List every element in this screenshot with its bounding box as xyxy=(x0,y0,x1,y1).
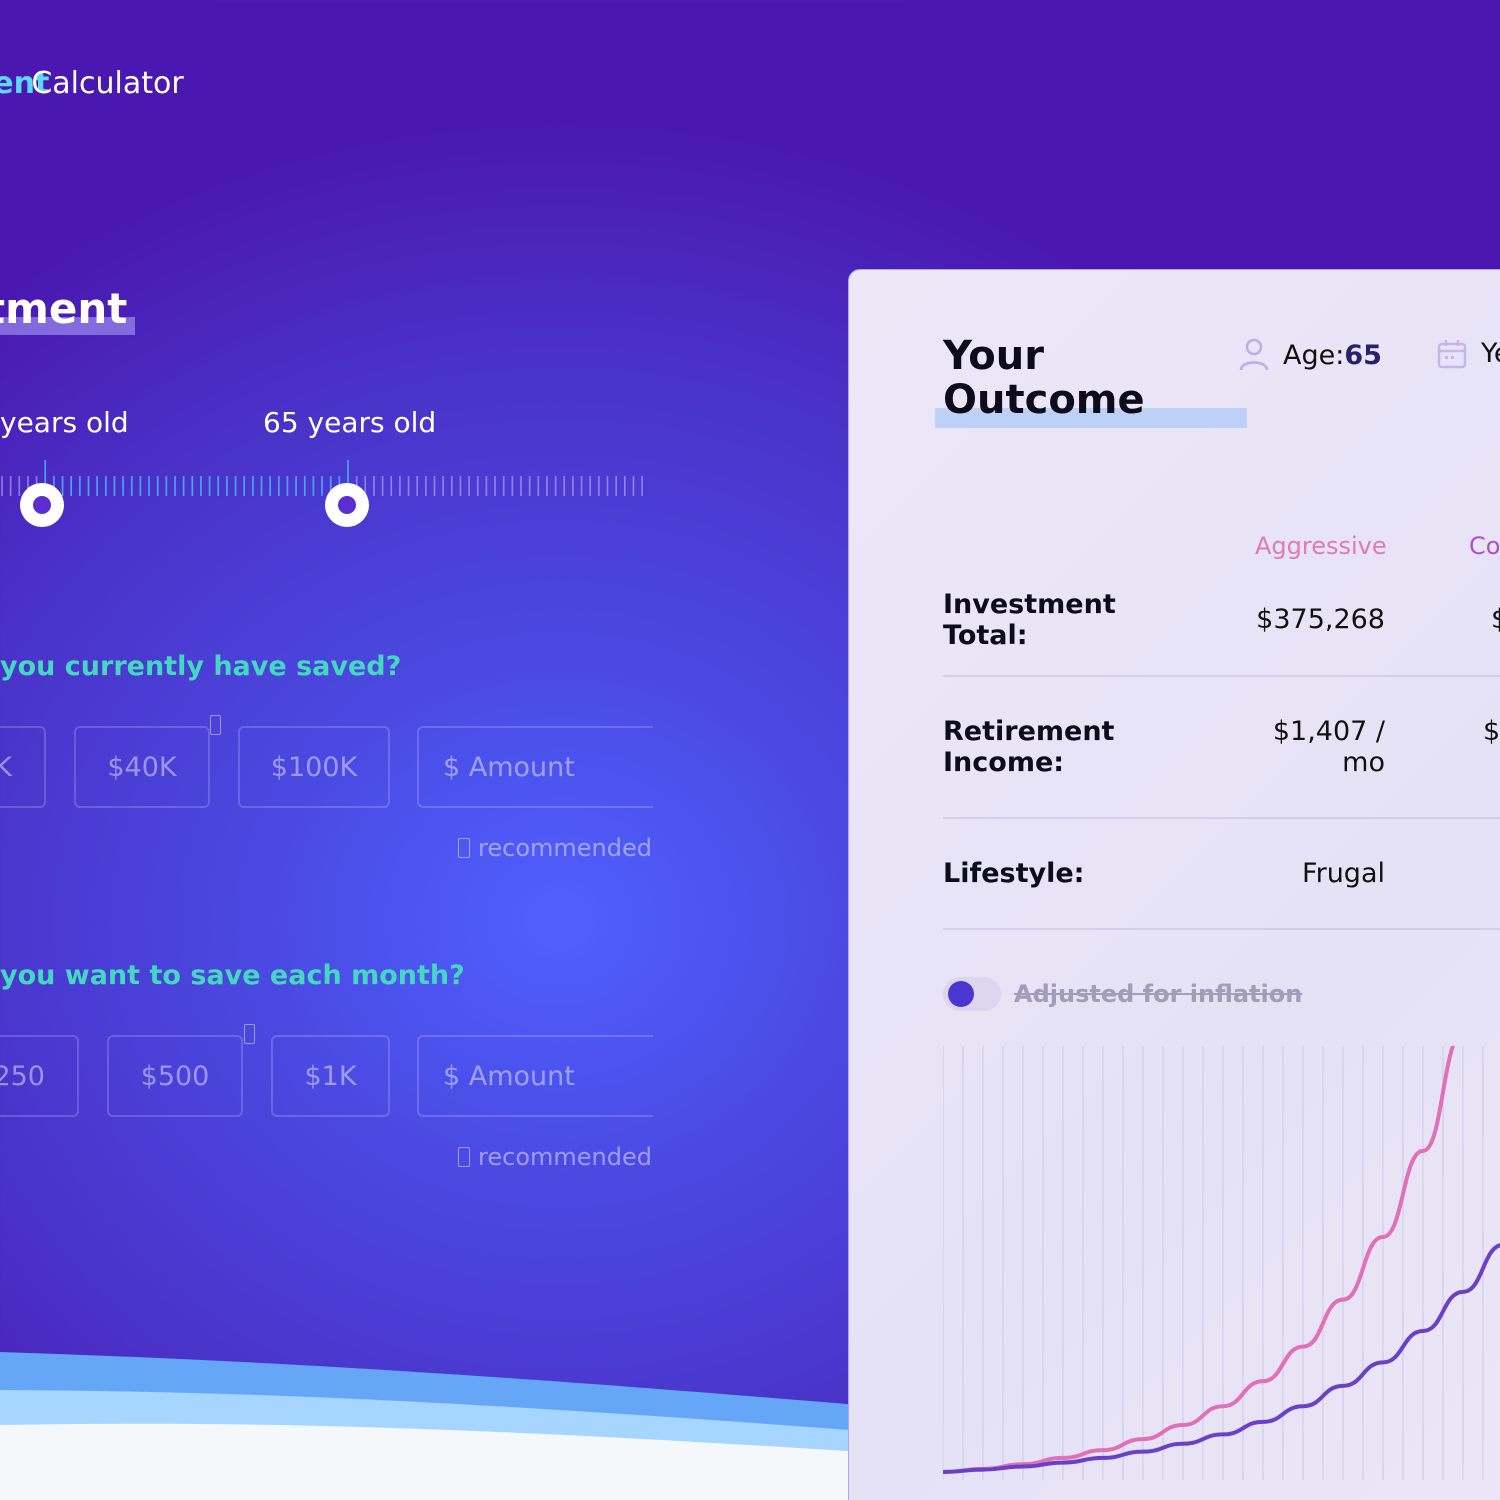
series-line-0 xyxy=(943,1046,1456,1474)
outcome-title-line2: Outcome xyxy=(943,377,1145,423)
retirement-income-aggressive: $1,407 / mo xyxy=(1272,716,1385,778)
person-icon xyxy=(1239,338,1269,371)
section-title: stment xyxy=(0,284,136,335)
outcome-title: Your Outcome xyxy=(935,333,1247,428)
saved-amount-input[interactable]: $ Amount xyxy=(417,726,653,808)
investment-total-label: Investment Total: xyxy=(943,589,1116,651)
inflation-toggle[interactable] xyxy=(943,977,1001,1011)
section-title-text: stment xyxy=(0,284,128,333)
column-conservative: Co xyxy=(1469,532,1500,560)
calendar-icon xyxy=(1437,339,1467,368)
brand-name: Calculator xyxy=(31,66,184,101)
recommended-text: recommended xyxy=(478,834,652,862)
saved-option-1[interactable]: K xyxy=(0,726,46,808)
column-aggressive: Aggressive xyxy=(1255,532,1387,560)
monthly-option-1k[interactable]: $1K xyxy=(271,1035,390,1117)
growth-chart xyxy=(943,1046,1500,1480)
lifestyle-aggressive: Frugal xyxy=(1302,858,1385,889)
monthly-question: you want to save each month? xyxy=(0,960,465,991)
age-label: Age: xyxy=(1283,339,1345,371)
investment-total-aggressive: $375,268 xyxy=(1256,604,1385,635)
years-label: Ye xyxy=(1481,338,1500,369)
start-age-label: years old xyxy=(0,406,129,439)
brand: mentCalculator xyxy=(0,66,184,101)
years-meta: Ye xyxy=(1437,338,1500,369)
recommended-icon xyxy=(458,1147,471,1167)
age-value: 65 xyxy=(1344,339,1382,371)
inflation-toggle-label: Adjusted for inflation xyxy=(1014,980,1303,1008)
saved-recommended-note: recommended xyxy=(458,834,652,862)
monthly-recommended-note: recommended xyxy=(458,1143,652,1171)
outcome-card: Your Outcome Age:65 Ye Aggressive Co Inv… xyxy=(848,269,1500,1500)
investment-total-conservative: $ xyxy=(1491,604,1500,635)
retirement-income-conservative: $ xyxy=(1483,716,1500,747)
recommended-icon xyxy=(244,1024,255,1044)
saved-question: you currently have saved? xyxy=(0,651,402,682)
monthly-option-250[interactable]: 250 xyxy=(0,1035,79,1117)
saved-option-40k[interactable]: $40K xyxy=(74,726,210,808)
retirement-income-label: Retirement Income: xyxy=(943,716,1115,778)
age-meta: Age: 65 xyxy=(1239,338,1382,372)
saved-option-100k[interactable]: $100K xyxy=(238,726,390,808)
monthly-option-500[interactable]: $500 xyxy=(107,1035,243,1117)
outcome-title-line1: Your xyxy=(943,333,1044,379)
recommended-text: recommended xyxy=(478,1143,652,1171)
end-age-label: 65 years old xyxy=(263,406,437,439)
monthly-amount-input[interactable]: $ Amount xyxy=(417,1035,653,1117)
recommended-icon xyxy=(458,838,471,858)
end-age-handle[interactable] xyxy=(325,483,369,527)
lifestyle-label: Lifestyle: xyxy=(943,858,1085,889)
start-age-handle[interactable] xyxy=(20,483,64,527)
recommended-icon xyxy=(210,715,221,735)
series-line-1 xyxy=(943,1243,1500,1474)
